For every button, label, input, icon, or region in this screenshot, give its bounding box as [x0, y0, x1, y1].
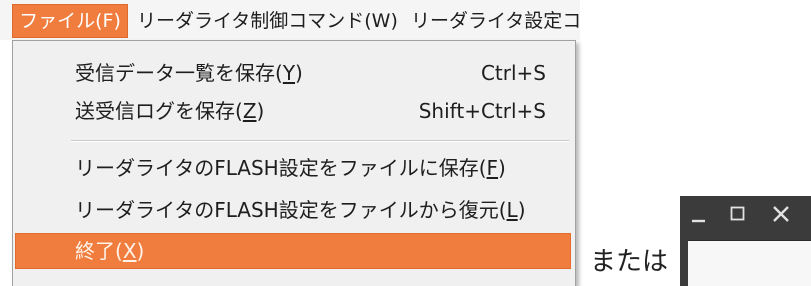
- menu-item-shortcut: Shift+Ctrl+S: [418, 99, 546, 123]
- menu-item-label: 受信データ一覧を保存(Y): [75, 61, 303, 85]
- menu-item-label: 終了(X): [75, 239, 145, 263]
- maximize-icon: [730, 206, 745, 221]
- window-controls-image: [680, 196, 811, 286]
- menu-item-restore-flash-settings[interactable]: リーダライタのFLASH設定をファイルから復元(L): [15, 191, 571, 229]
- window-content-area: [688, 240, 811, 286]
- menu-item-shortcut: Ctrl+S: [480, 61, 546, 85]
- menu-item-label: リーダライタのFLASH設定をファイルから復元(L): [75, 198, 526, 222]
- menu-reader-writer-settings[interactable]: リーダライタ設定コ: [405, 4, 580, 38]
- menu-item-label: リーダライタのFLASH設定をファイルに保存(F): [75, 156, 506, 180]
- close-icon: [773, 206, 789, 222]
- file-menu-dropdown: 受信データ一覧を保存(Y) Ctrl+S 送受信ログを保存(Z) Shift+C…: [12, 40, 576, 286]
- menu-item-exit[interactable]: 終了(X): [15, 233, 571, 269]
- menu-bar: ファイル(F) リーダライタ制御コマンド(W) リーダライタ設定コ: [0, 0, 580, 40]
- menu-item-save-received-data-list[interactable]: 受信データ一覧を保存(Y) Ctrl+S: [15, 54, 571, 92]
- minimize-icon: [692, 219, 705, 223]
- menu-item-save-flash-settings[interactable]: リーダライタのFLASH設定をファイルに保存(F): [15, 149, 571, 187]
- menu-item-label: 送受信ログを保存(Z): [75, 99, 265, 123]
- menu-file[interactable]: ファイル(F): [12, 4, 128, 38]
- menu-item-save-log[interactable]: 送受信ログを保存(Z) Shift+Ctrl+S: [15, 92, 571, 130]
- menu-reader-writer-control-commands[interactable]: リーダライタ制御コマンド(W): [131, 4, 404, 38]
- connector-text: または: [590, 247, 669, 277]
- menu-separator: [71, 140, 569, 142]
